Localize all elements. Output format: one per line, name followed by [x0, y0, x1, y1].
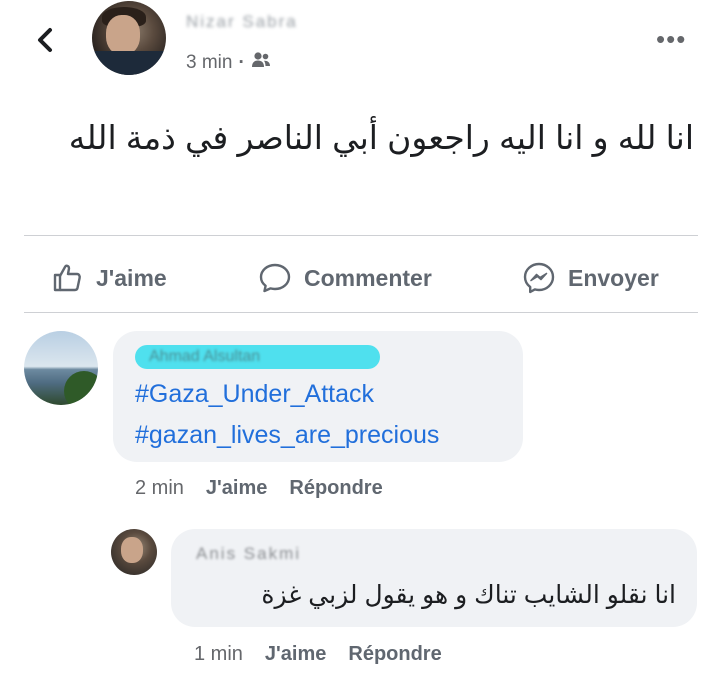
comment-time: 2 min [135, 477, 184, 499]
more-options-icon[interactable]: ••• [656, 26, 686, 52]
post-time[interactable]: 3 min [186, 52, 232, 74]
send-button[interactable]: Envoyer [522, 258, 659, 298]
hashtag-link[interactable]: #Gaza_Under_Attack [135, 380, 374, 409]
hashtag-link[interactable]: #gazan_lives_are_precious [135, 421, 439, 450]
reply-time: 1 min [194, 643, 243, 665]
chevron-left-icon [38, 28, 52, 52]
meta-separator: · [238, 52, 245, 73]
back-button[interactable] [28, 22, 64, 58]
commenter-name[interactable]: Ahmad Alsultan [135, 345, 380, 369]
like-button[interactable]: J'aime [50, 258, 167, 298]
send-label: Envoyer [568, 264, 659, 291]
reply-avatar[interactable] [111, 529, 157, 575]
reply-author-name[interactable]: Anis Sakmi [196, 544, 301, 564]
comment-like-button[interactable]: J'aime [206, 477, 267, 500]
commenter-avatar[interactable] [24, 331, 98, 405]
divider [24, 235, 698, 236]
poster-name[interactable]: Nizar Sabra [186, 12, 298, 32]
comment-label: Commenter [304, 264, 432, 291]
poster-avatar[interactable] [92, 1, 166, 75]
reply-meta: 1 min J'aime Répondre [194, 643, 442, 666]
messenger-icon [523, 262, 555, 294]
thumbs-up-icon [53, 264, 81, 292]
reply-text: انا نقلو الشايب تناك و هو يقول لزبي غزة [261, 581, 676, 609]
comment-icon [259, 263, 291, 293]
comment-reply-button[interactable]: Répondre [289, 477, 382, 500]
post-meta: 3 min · [186, 51, 271, 75]
reply-reply-button[interactable]: Répondre [348, 643, 441, 666]
like-label: J'aime [96, 264, 167, 291]
divider [24, 312, 698, 313]
reply-like-button[interactable]: J'aime [265, 643, 326, 666]
friends-icon [251, 51, 271, 75]
comment-meta: 2 min J'aime Répondre [135, 477, 383, 500]
comment-button[interactable]: Commenter [258, 258, 432, 298]
post-text: انا لله و انا اليه راجعون أبي الناصر في … [68, 119, 694, 156]
